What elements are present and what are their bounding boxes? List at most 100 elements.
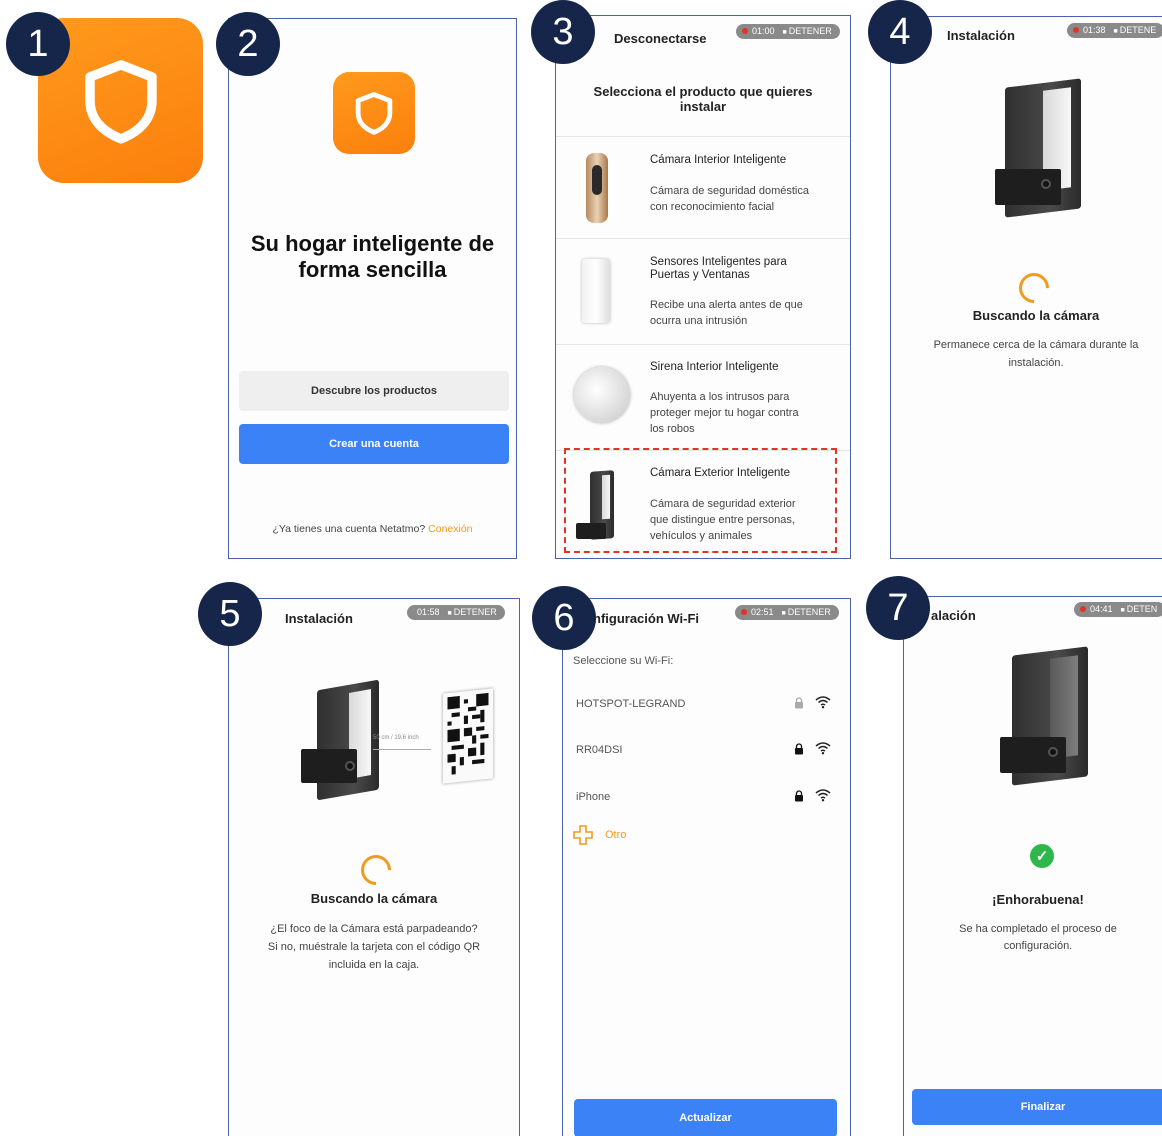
camera-base [995, 169, 1061, 205]
success-line1: Se ha completado el proceso de [959, 923, 1117, 935]
top-bar: alación 04:41 DETEN [904, 597, 1162, 637]
recording-indicator[interactable]: 02:51 DETENER [735, 605, 839, 620]
stop-recording-button[interactable]: DETENE [1114, 25, 1157, 35]
create-account-button[interactable]: Crear una cuenta [239, 424, 509, 464]
headline-line1: Su hogar inteligente de [250, 231, 495, 256]
stop-recording-button[interactable]: DETEN [1121, 604, 1158, 614]
searching-camera-screen: Instalación 01:38 DETENE Buscando la cáma… [890, 16, 1162, 559]
installation-complete-screen: alación 04:41 DETEN ✓ ¡Enhorabuena! Se ha… [903, 596, 1162, 1136]
headline-line2: forma sencilla [298, 257, 447, 282]
qr-code-card [443, 688, 493, 784]
qr-code-icon [447, 692, 489, 775]
camera-lens [1041, 179, 1051, 189]
wifi-icon [815, 696, 831, 709]
status-title: Buscando la cámara [972, 308, 1100, 323]
top-bar: nfiguración Wi-Fi 02:51 DETENER [563, 599, 850, 639]
step-badge-4: 4 [868, 0, 932, 64]
step-badge-7: 7 [866, 576, 930, 640]
product-title: Cámara Interior Inteligente [650, 154, 787, 166]
camera-lens [345, 761, 355, 771]
stop-recording-button[interactable]: DETENER [782, 607, 831, 617]
select-product-heading-line2: instalar [679, 99, 727, 114]
hint-line1: ¿El foco de la Cámara está parpadeando? [270, 923, 478, 935]
siren-image [574, 367, 630, 423]
finish-button[interactable]: Finalizar [912, 1089, 1162, 1125]
wifi-network-row[interactable]: iPhone [563, 778, 850, 818]
wifi-network-name: HOTSPOT-LEGRAND [576, 698, 686, 710]
discover-products-button[interactable]: Descubre los productos [239, 371, 509, 411]
door-sensor-image [582, 259, 610, 323]
product-description-line2: ocurra una intrusión [650, 315, 748, 327]
recording-time: 01:00 [752, 26, 775, 36]
page-title: nfiguración Wi-Fi [593, 611, 700, 626]
product-indoor-camera[interactable]: Cámara Interior Inteligente Cámara de se… [556, 136, 850, 238]
wifi-icon [815, 742, 831, 755]
wifi-network-name: iPhone [576, 791, 611, 803]
wifi-icon [815, 789, 831, 802]
step-badge-1: 1 [6, 12, 70, 76]
loading-spinner [354, 848, 398, 892]
product-description-line1: Cámara de seguridad doméstica [650, 185, 809, 197]
wifi-network-name: RR04DSI [576, 744, 623, 756]
hint-line2: Si no, muéstrale la tarjeta con el códig… [267, 941, 481, 953]
product-door-window-sensors[interactable]: Sensores Inteligentes para Puertas y Ven… [556, 238, 850, 344]
hint-line3: incluida en la caja. [328, 959, 420, 971]
recording-indicator[interactable]: 04:41 DETEN [1074, 602, 1162, 617]
login-link[interactable]: Conexión [428, 523, 472, 535]
product-description-line3: los robos [650, 423, 695, 435]
login-prompt: ¿Ya tienes una cuenta Netatmo? Conexión [229, 523, 516, 535]
success-title: ¡Enhorabuena! [992, 892, 1084, 907]
product-description-line2: con reconocimiento facial [650, 201, 775, 213]
distance-arrow [373, 749, 431, 750]
product-indoor-siren[interactable]: Sirena Interior Inteligente Ahuyenta a l… [556, 344, 850, 450]
top-bar: Instalación 01:38 DETENE [891, 17, 1162, 57]
page-title: Instalación [285, 611, 353, 626]
disconnect-link[interactable]: Desconectarse [614, 31, 707, 46]
product-description-line1: Ahuyenta a los intrusos para [650, 391, 790, 403]
shield-icon [355, 92, 393, 135]
step-badge-5: 5 [198, 582, 262, 646]
product-title-line1: Sensores Inteligentes para [650, 256, 787, 268]
stop-recording-button[interactable]: DETENER [448, 607, 497, 617]
camera-lens [1048, 747, 1058, 757]
top-bar: Instalación 01:58 DETENER [229, 599, 519, 639]
product-title: Sirena Interior Inteligente [650, 361, 779, 373]
select-wifi-label: Seleccione su Wi-Fi: [573, 655, 674, 667]
have-account-text: ¿Ya tienes una cuenta Netatmo? [272, 523, 426, 535]
welcome-screen: Su hogar inteligente de forma sencilla D… [228, 18, 517, 559]
lock-icon [795, 697, 803, 709]
wifi-network-row[interactable]: RR04DSI [563, 731, 850, 771]
update-button[interactable]: Actualizar [574, 1099, 837, 1136]
highlight-selection-box [564, 448, 837, 553]
product-title-line2: Puertas y Ventanas [650, 269, 750, 281]
success-check-icon: ✓ [1030, 844, 1054, 868]
other-network-label: Otro [605, 829, 627, 841]
searching-camera-qr-screen: Instalación 01:58 DETENER 50 cm / 19,6 in… [228, 598, 520, 1136]
recording-indicator[interactable]: 01:58 DETENER [407, 605, 505, 620]
recording-time: 01:58 [417, 607, 440, 617]
other-network-option[interactable]: Otro [573, 825, 693, 847]
lock-icon [795, 790, 803, 802]
product-selection-screen: Desconectarse 01:00 DETENER Selecciona el… [555, 15, 851, 559]
recording-time: 02:51 [751, 607, 774, 617]
wifi-configuration-screen: nfiguración Wi-Fi 02:51 DETENER Seleccion… [562, 598, 851, 1136]
status-title: Buscando la cámara [310, 891, 438, 906]
app-logo [333, 72, 415, 154]
page-title: alación [931, 608, 976, 623]
recording-time: 01:38 [1083, 25, 1106, 35]
stop-recording-button[interactable]: DETENER [783, 26, 832, 36]
product-description-line1: Recibe una alerta antes de que [650, 299, 803, 311]
lock-icon [795, 743, 803, 755]
recording-indicator[interactable]: 01:38 DETENE [1067, 23, 1162, 38]
distance-label: 50 cm / 19,6 inch [373, 735, 419, 741]
shield-icon [84, 59, 157, 144]
product-description-line2: proteger mejor tu hogar contra [650, 407, 799, 419]
step-badge-6: 6 [532, 586, 596, 650]
top-bar: Desconectarse 01:00 DETENER [556, 16, 850, 56]
page-title: Instalación [947, 28, 1015, 43]
recording-indicator[interactable]: 01:00 DETENER [736, 24, 840, 39]
wifi-network-row[interactable]: HOTSPOT-LEGRAND [563, 685, 850, 725]
select-product-heading-line1: Selecciona el producto que quieres [593, 84, 813, 99]
plus-icon [573, 825, 593, 845]
recording-time: 04:41 [1090, 604, 1113, 614]
